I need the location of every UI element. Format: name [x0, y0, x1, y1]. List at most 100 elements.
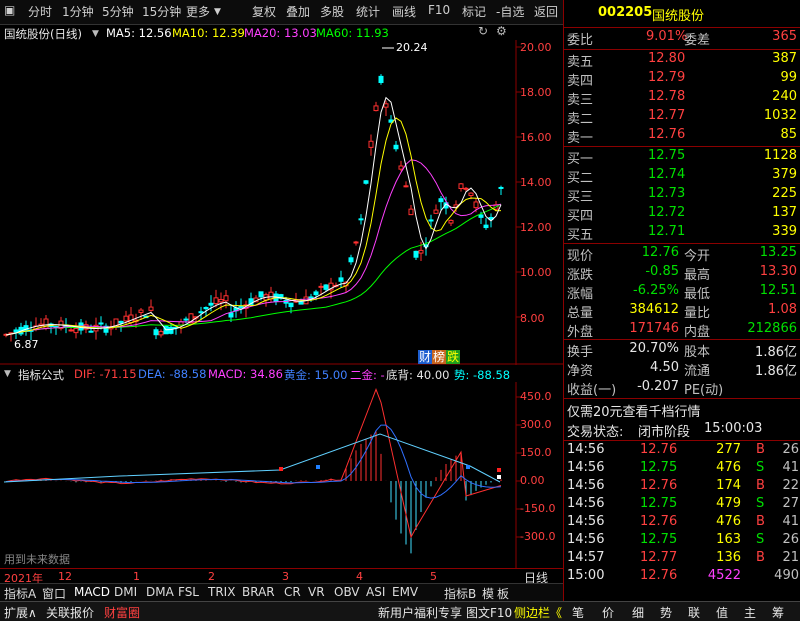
- related-quotes-button[interactable]: 关联报价: [46, 604, 94, 621]
- stats-button[interactable]: 统计: [356, 3, 380, 20]
- price-axis-label: 20.00: [520, 41, 552, 54]
- tab-brar[interactable]: BRAR: [242, 585, 275, 599]
- ask-row[interactable]: 卖四 12.79 99: [564, 70, 800, 89]
- tick-side: S: [756, 496, 765, 511]
- tab-indicator-b[interactable]: 指标B: [444, 585, 476, 602]
- tick-count: 21: [782, 550, 799, 565]
- tab-detail[interactable]: 细: [632, 604, 644, 621]
- tab-vr[interactable]: VR: [308, 585, 325, 599]
- refresh-icon[interactable]: ↻: [478, 24, 488, 38]
- gold-label: 黄金: 15.00: [284, 368, 348, 382]
- macd-axis-label: 450.0: [520, 390, 552, 403]
- tab-trix[interactable]: TRIX: [208, 585, 235, 599]
- tab-template[interactable]: 模: [482, 585, 494, 602]
- ask-row[interactable]: 卖二 12.77 1032: [564, 108, 800, 127]
- tab-timeshare[interactable]: 分时: [28, 3, 52, 20]
- overlay-button[interactable]: 叠加: [286, 3, 310, 20]
- tab-trend[interactable]: 势: [660, 604, 672, 621]
- tab-main[interactable]: 主: [744, 604, 756, 621]
- bid-row[interactable]: 买五 12.71 339: [564, 224, 800, 243]
- fq-button[interactable]: 复权: [252, 3, 276, 20]
- bid-volume: 225: [772, 186, 797, 201]
- tick-price: 12.76: [640, 478, 678, 493]
- tab-trades[interactable]: 笔: [572, 604, 584, 621]
- bid-row[interactable]: 买四 12.72 137: [564, 205, 800, 224]
- tab-value[interactable]: 值: [716, 604, 728, 621]
- indicator-menu-icon[interactable]: ▼: [4, 369, 11, 379]
- rank-tag[interactable]: 榜: [432, 350, 447, 364]
- candle-body: [408, 208, 414, 216]
- tick-price: 12.77: [640, 550, 678, 565]
- fundamental-value: 1.86亿: [755, 345, 797, 360]
- promo-link[interactable]: 仅需20元查看千档行情: [567, 401, 701, 420]
- ma20-label: MA20: 13.03: [244, 26, 317, 40]
- tab-board[interactable]: 板: [497, 585, 509, 602]
- draw-button[interactable]: 画线: [392, 3, 416, 20]
- tab-indicator-a[interactable]: 指标A: [4, 585, 36, 602]
- bid-row[interactable]: 买二 12.74 379: [564, 167, 800, 186]
- tab-cr[interactable]: CR: [284, 585, 301, 599]
- time-label: 4: [356, 570, 363, 583]
- drop-tag[interactable]: 跌: [446, 350, 461, 364]
- tab-emv[interactable]: EMV: [392, 585, 418, 599]
- wealth-circle-button[interactable]: 财富圈: [104, 604, 140, 621]
- ask-row[interactable]: 卖三 12.78 240: [564, 89, 800, 108]
- tab-linked[interactable]: 联: [688, 604, 700, 621]
- candle-body: [268, 291, 274, 300]
- price-axis-label: 18.00: [520, 86, 552, 99]
- tab-chips[interactable]: 筹: [772, 604, 784, 621]
- tick-volume: 4522: [707, 568, 741, 583]
- indicator-name[interactable]: 指标公式: [18, 367, 64, 383]
- tab-dma[interactable]: DMA: [146, 585, 174, 599]
- price-axis-label: 16.00: [520, 131, 552, 144]
- quote-row: 涨幅 -6.25% 最低 12.51: [564, 283, 800, 302]
- ask-volume: 387: [772, 51, 797, 66]
- macd-chart[interactable]: [0, 382, 563, 569]
- tick-volume: 163: [716, 532, 741, 547]
- ask-row[interactable]: 卖一 12.76 85: [564, 127, 800, 146]
- tab-1min[interactable]: 1分钟: [62, 3, 94, 20]
- candle-body: [378, 75, 384, 83]
- trade-status-value: 闭市阶段: [638, 425, 691, 440]
- fundamental-row: 换手 20.70% 股本 1.86亿: [564, 341, 800, 360]
- tab-dmi[interactable]: DMI: [114, 585, 137, 599]
- multi-stock-button[interactable]: 多股: [320, 3, 344, 20]
- expand-button[interactable]: 扩展∧: [4, 604, 37, 621]
- bid-row[interactable]: 买一 12.75 1128: [564, 148, 800, 167]
- more-dropdown-icon[interactable]: ▼: [214, 7, 221, 17]
- new-user-benefit-link[interactable]: 新用户福利专享: [378, 604, 462, 621]
- tab-obv[interactable]: OBV: [334, 585, 360, 599]
- settings-icon[interactable]: ⚙: [496, 24, 507, 38]
- tab-window[interactable]: 窗口: [42, 585, 66, 602]
- tab-price[interactable]: 价: [602, 604, 614, 621]
- bid-row[interactable]: 买三 12.73 225: [564, 186, 800, 205]
- candle-body: [288, 302, 294, 308]
- tab-macd[interactable]: MACD: [74, 585, 110, 599]
- sidebar-toggle[interactable]: 侧边栏《: [514, 604, 562, 621]
- back-button[interactable]: 返回: [534, 3, 558, 20]
- quote-label: 总量: [567, 306, 594, 321]
- time-label: 1: [133, 570, 140, 583]
- minute-icon[interactable]: ▣: [4, 3, 15, 17]
- tab-15min[interactable]: 15分钟: [142, 3, 181, 20]
- chevron-down-icon[interactable]: ▼: [92, 29, 99, 39]
- f10-graphic-link[interactable]: 图文F10: [466, 604, 512, 621]
- quote-label: 今开: [684, 249, 711, 264]
- candle-body: [353, 241, 359, 244]
- price-chart[interactable]: [0, 40, 563, 365]
- ask-row[interactable]: 卖五 12.80 387: [564, 51, 800, 70]
- tab-asi[interactable]: ASI: [366, 585, 385, 599]
- watchlist-button[interactable]: -自选: [496, 3, 524, 20]
- bid-price: 12.72: [648, 205, 686, 220]
- bid-volume: 339: [772, 224, 797, 239]
- quote-label: 涨跌: [567, 268, 594, 283]
- candle-body: [73, 328, 79, 334]
- tick-price: 12.76: [640, 568, 678, 583]
- f10-button[interactable]: F10: [428, 3, 450, 17]
- mark-button[interactable]: 标记: [462, 3, 486, 20]
- tab-5min[interactable]: 5分钟: [102, 3, 134, 20]
- ask-price: 12.78: [648, 89, 686, 104]
- tab-more[interactable]: 更多: [186, 3, 210, 20]
- tab-fsl[interactable]: FSL: [178, 585, 199, 599]
- finance-tag[interactable]: 财: [418, 350, 433, 364]
